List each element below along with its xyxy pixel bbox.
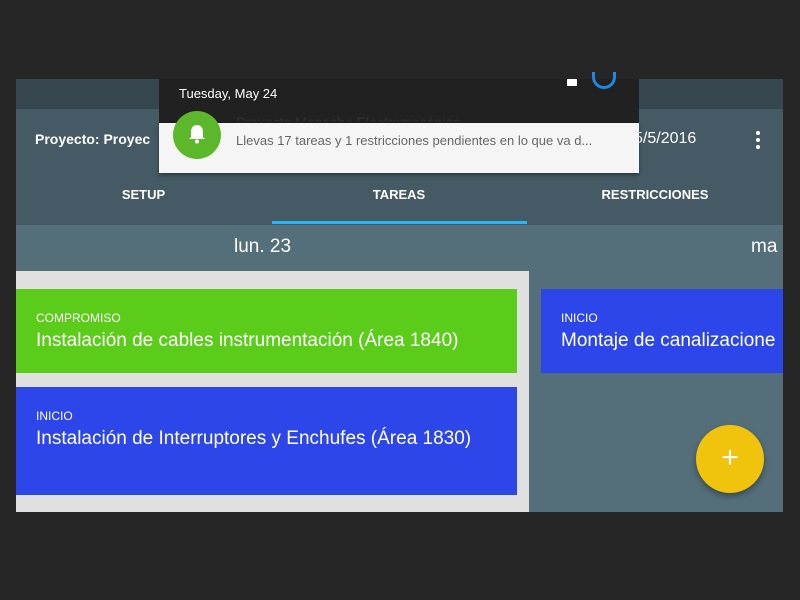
task-type: COMPROMISO <box>36 311 121 325</box>
tab-bar: SETUP TAREAS RESTRICCIONES <box>16 172 783 225</box>
plus-icon: + <box>721 441 739 474</box>
task-card[interactable]: COMPROMISO Instalación de cables instrum… <box>16 289 517 373</box>
bell-icon <box>173 111 221 159</box>
task-title: Instalación de Interruptores y Enchufes … <box>36 428 472 449</box>
day-label-lun: lun. 23 <box>234 236 292 257</box>
quick-setting-icon <box>567 79 577 86</box>
task-type: INICIO <box>36 409 73 423</box>
task-title: Instalación de cables instrumentación (Á… <box>36 330 459 351</box>
tab-setup[interactable]: SETUP <box>16 172 271 225</box>
task-type: INICIO <box>561 311 598 325</box>
task-card[interactable]: INICIO Instalación de Interruptores y En… <box>16 387 517 495</box>
task-title: Montaje de canalizacione <box>561 330 776 351</box>
notification-text: Llevas 17 tareas y 1 restricciones pendi… <box>236 133 593 148</box>
overflow-menu-icon[interactable] <box>746 125 770 155</box>
day-header: lun. 23 ma <box>16 225 783 271</box>
notification-card[interactable]: Proyecto Mapocho Electromecánico Llevas … <box>159 111 639 173</box>
day-label-ma: ma <box>751 236 778 257</box>
tab-restricciones[interactable]: RESTRICCIONES <box>527 172 783 225</box>
project-title: Proyecto: Proyec <box>35 131 151 147</box>
notification-title: Proyecto Mapocho Electromecánico <box>236 109 460 121</box>
tab-tareas[interactable]: TAREAS <box>271 172 527 225</box>
active-tab-indicator <box>272 221 527 224</box>
notification-date: Tuesday, May 24 <box>179 86 278 101</box>
notification-panel[interactable]: Tuesday, May 24 Proyecto Mapocho Electro… <box>159 72 639 173</box>
account-icon <box>592 72 616 89</box>
header-date: 5/5/2016 <box>634 130 697 147</box>
task-card[interactable]: INICIO Montaje de canalizacione <box>541 289 783 373</box>
add-task-button[interactable]: + <box>696 425 764 493</box>
